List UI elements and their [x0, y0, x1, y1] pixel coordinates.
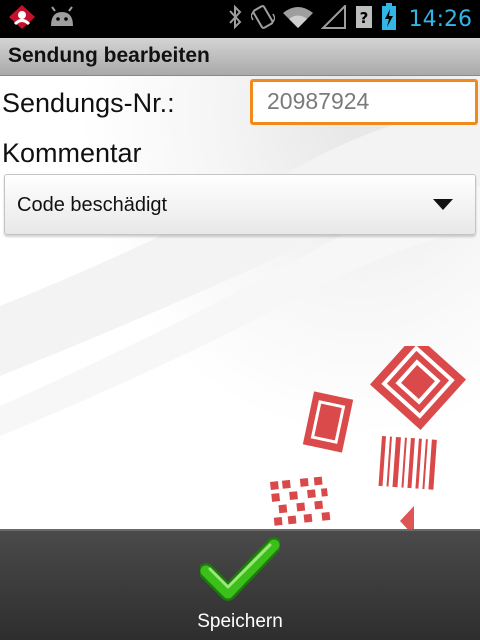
- unknown-sim-icon: ?: [355, 5, 373, 33]
- app-notification-icon: [8, 4, 36, 34]
- checkmark-icon: [198, 537, 282, 607]
- comment-selected-value: Code beschädigt: [17, 194, 168, 216]
- shipment-number-label: Sendungs-Nr.:: [2, 88, 175, 118]
- battery-charging-icon: [381, 3, 397, 35]
- status-time: 14:26: [408, 6, 472, 32]
- dropdown-arrow-icon: [433, 199, 453, 210]
- vibrate-icon: [249, 4, 276, 34]
- form-area: Sendungs-Nr.: 20987924 Kommentar Code be…: [0, 76, 480, 529]
- save-button-label: Speichern: [197, 611, 283, 632]
- save-button[interactable]: Speichern: [140, 531, 340, 640]
- signal-icon: [320, 3, 347, 33]
- android-icon: [48, 6, 76, 32]
- comment-label: Kommentar: [2, 138, 142, 168]
- bottom-action-bar: Speichern: [0, 529, 480, 640]
- barcode-watermark-icon: [270, 346, 467, 529]
- bluetooth-icon: [227, 4, 243, 34]
- status-bar: ? 14:26: [0, 0, 480, 38]
- title-bar: Sendung bearbeiten: [0, 38, 480, 76]
- shipment-number-input[interactable]: 20987924: [250, 79, 478, 125]
- wifi-icon: [282, 5, 313, 33]
- page-title: Sendung bearbeiten: [8, 44, 210, 67]
- comment-dropdown[interactable]: Code beschädigt: [4, 174, 476, 235]
- svg-text:?: ?: [359, 9, 368, 27]
